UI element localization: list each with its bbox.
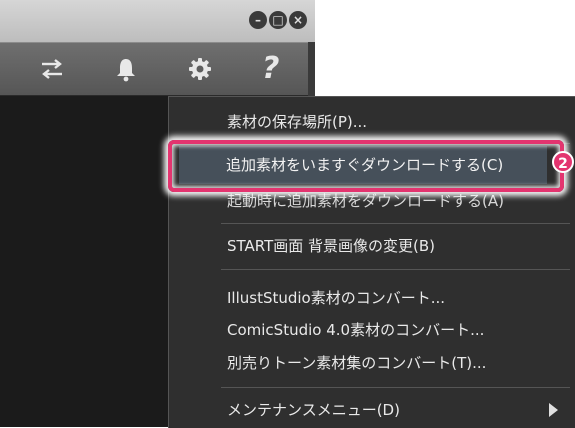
window-controls: – □ × bbox=[249, 11, 307, 29]
menu-item-start-background[interactable]: START画面 背景画像の変更(B) bbox=[227, 231, 435, 261]
title-bar: – □ × bbox=[0, 0, 315, 43]
bell-icon[interactable] bbox=[112, 55, 140, 83]
menu-separator bbox=[221, 269, 570, 270]
menu-item-material-location[interactable]: 素材の保存場所(P)... bbox=[227, 107, 367, 137]
menu-separator bbox=[221, 223, 570, 224]
close-button[interactable]: × bbox=[289, 11, 307, 29]
swap-icon[interactable] bbox=[38, 55, 66, 83]
gear-icon[interactable] bbox=[186, 55, 214, 83]
help-icon[interactable]: ? bbox=[262, 51, 290, 86]
menu-item-tone-convert[interactable]: 別売りトーン素材集のコンバート(T)... bbox=[227, 348, 486, 378]
menu-item-comicstudio-convert[interactable]: ComicStudio 4.0素材のコンバート... bbox=[227, 315, 484, 345]
callout-step-badge: 2 bbox=[552, 151, 574, 173]
maximize-button[interactable]: □ bbox=[269, 11, 287, 29]
submenu-arrow-icon bbox=[549, 403, 558, 417]
toolbar: ? bbox=[0, 43, 315, 96]
menu-item-maintenance[interactable]: メンテナンスメニュー(D) bbox=[227, 395, 400, 425]
menu-item-illuststudio-convert[interactable]: IllustStudio素材のコンバート... bbox=[227, 283, 445, 313]
menu-separator bbox=[221, 387, 570, 388]
callout-highlight-frame bbox=[168, 140, 564, 192]
minimize-button[interactable]: – bbox=[249, 11, 267, 29]
